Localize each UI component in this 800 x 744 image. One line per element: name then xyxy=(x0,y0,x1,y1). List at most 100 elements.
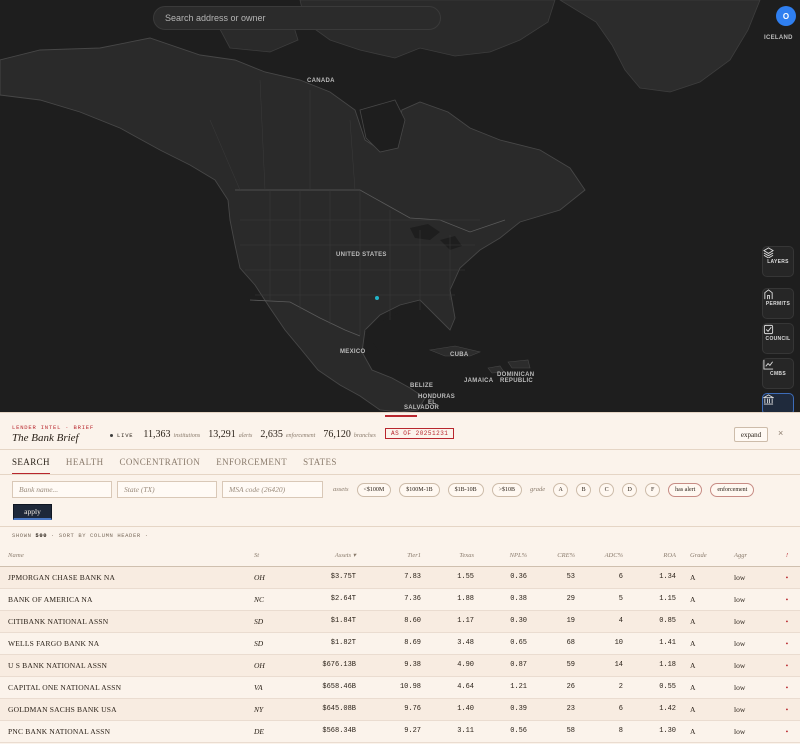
cell-roa: 1.30 xyxy=(627,720,680,743)
col-header-state[interactable]: St xyxy=(250,545,290,567)
user-avatar[interactable]: O xyxy=(776,6,796,26)
tab-states[interactable]: STATES xyxy=(303,457,337,474)
cell-roa: 0.85 xyxy=(627,610,680,633)
map-land xyxy=(0,0,761,412)
map-canvas[interactable]: CANADA ICELAND UNITED STATES MEXICO CUBA… xyxy=(0,0,800,412)
col-header-aggr[interactable]: Aggr xyxy=(730,545,774,567)
cell-aggr: low xyxy=(730,698,774,721)
address-search-box[interactable] xyxy=(153,6,441,30)
layers-label: LAYERS xyxy=(767,258,789,265)
state-input[interactable] xyxy=(117,481,217,498)
table-header-row: Name St Assets ▾ Tier1 Texas NPL% CRE% A… xyxy=(0,545,800,567)
col-header-name[interactable]: Name xyxy=(0,545,250,567)
checklist-icon xyxy=(763,324,774,335)
grade-chip-c[interactable]: C xyxy=(599,482,615,497)
cell-state: SD xyxy=(250,632,290,655)
enforcement-toggle[interactable]: enforcement xyxy=(710,482,755,497)
grade-chip-d[interactable]: D xyxy=(622,482,638,497)
cell-assets: $2.64T xyxy=(290,588,360,611)
cell-adc: 8 xyxy=(579,720,627,743)
tab-enforcement[interactable]: ENFORCEMENT xyxy=(216,457,287,474)
bank-name-input[interactable] xyxy=(12,481,112,498)
cell-assets: $645.08B xyxy=(290,698,360,721)
col-header-grade[interactable]: Grade xyxy=(680,545,730,567)
stat-branches-unit: branches xyxy=(353,433,376,439)
table-row[interactable]: CITIBANK NATIONAL ASSN SD $1.84T 8.60 1.17 0.… xyxy=(0,610,800,633)
asset-chip-1b-10b[interactable]: $1B-10B xyxy=(447,482,484,497)
table-row[interactable]: PNC BANK NATIONAL ASSN DE $568.34B 9.27 3.11… xyxy=(0,720,800,743)
has-alert-toggle[interactable]: has alert xyxy=(668,482,703,497)
grade-chip-b[interactable]: B xyxy=(576,482,592,497)
council-button[interactable]: COUNCIL xyxy=(762,323,794,354)
map-label-united-states: UNITED STATES xyxy=(336,252,387,258)
panel-title: The Bank Brief xyxy=(12,432,79,444)
cell-assets: $568.34B xyxy=(290,720,360,743)
bank-results-table: Name St Assets ▾ Tier1 Texas NPL% CRE% A… xyxy=(0,545,800,743)
location-marker[interactable] xyxy=(375,296,379,300)
chart-line-icon xyxy=(763,359,774,370)
col-header-texas[interactable]: Texas xyxy=(425,545,478,567)
cell-bank-name: PNC BANK NATIONAL ASSN xyxy=(0,720,250,743)
cell-cre: 58 xyxy=(531,720,579,743)
permits-button[interactable]: PERMITS xyxy=(762,288,794,319)
cell-texas: 4.64 xyxy=(425,676,478,699)
cell-tier1: 7.83 xyxy=(360,566,425,589)
table-row[interactable]: BANK OF AMERICA NA NC $2.64T 7.36 1.88 0.38 29… xyxy=(0,588,800,611)
cell-npl: 1.21 xyxy=(478,676,531,699)
cell-alert-icon: • xyxy=(774,720,800,743)
cell-tier1: 8.69 xyxy=(360,632,425,655)
msa-code-input[interactable] xyxy=(222,481,323,498)
cell-assets: $658.46B xyxy=(290,676,360,699)
cell-npl: 0.56 xyxy=(478,720,531,743)
table-row[interactable]: CAPITAL ONE NATIONAL ASSN VA $658.46B 10.98… xyxy=(0,676,800,699)
asset-chip-under-100m[interactable]: <$100M xyxy=(356,482,392,497)
tab-search[interactable]: SEARCH xyxy=(12,457,50,474)
layers-button[interactable]: LAYERS xyxy=(762,246,794,277)
cell-texas: 1.55 xyxy=(425,566,478,589)
header-divider xyxy=(0,449,800,450)
cell-bank-name: WELLS FARGO BANK NA xyxy=(0,632,250,655)
cell-bank-name: U S BANK NATIONAL ASSN xyxy=(0,654,250,677)
cell-alert-icon: • xyxy=(774,632,800,655)
live-indicator: LIVE xyxy=(110,432,133,439)
cell-texas: 3.48 xyxy=(425,632,478,655)
cell-texas: 1.40 xyxy=(425,698,478,721)
col-header-roa[interactable]: ROA xyxy=(627,545,680,567)
asset-chip-over-10b[interactable]: >$10B xyxy=(491,482,522,497)
panel-tabs: SEARCH HEALTH CONCENTRATION ENFORCEMENT … xyxy=(12,457,353,474)
cell-roa: 1.42 xyxy=(627,698,680,721)
col-header-assets[interactable]: Assets ▾ xyxy=(290,545,360,567)
address-search-input[interactable] xyxy=(154,7,440,29)
cell-aggr: low xyxy=(730,676,774,699)
tab-health[interactable]: HEALTH xyxy=(66,457,104,474)
map-label-honduras: HONDURAS xyxy=(418,394,456,400)
col-header-tier1[interactable]: Tier1 xyxy=(360,545,425,567)
cell-aggr: low xyxy=(730,632,774,655)
table-row[interactable]: WELLS FARGO BANK NA SD $1.82T 8.69 3.48 0.65 6… xyxy=(0,632,800,655)
col-header-npl[interactable]: NPL% xyxy=(478,545,531,567)
map-label-mexico: MEXICO xyxy=(340,349,366,355)
tab-concentration[interactable]: CONCENTRATION xyxy=(120,457,201,474)
close-icon[interactable]: × xyxy=(778,428,783,438)
cell-roa: 1.41 xyxy=(627,632,680,655)
asset-chip-100m-1b[interactable]: $100M-1B xyxy=(399,482,440,497)
map-label-el-salvador-2: SALVADOR xyxy=(404,405,440,411)
grade-chip-a[interactable]: A xyxy=(553,482,569,497)
col-header-alert[interactable]: ! xyxy=(774,545,800,567)
col-header-adc[interactable]: ADC% xyxy=(579,545,627,567)
table-row[interactable]: JPMORGAN CHASE BANK NA OH $3.75T 7.83 1.55 0.… xyxy=(0,566,800,589)
grade-chip-f[interactable]: F xyxy=(645,482,661,497)
expand-button[interactable]: expand xyxy=(734,427,768,442)
cell-cre: 53 xyxy=(531,566,579,589)
shown-suffix: · SORT BY COLUMN HEADER · xyxy=(51,532,149,539)
bank-brief-button[interactable] xyxy=(762,393,794,412)
table-row[interactable]: GOLDMAN SACHS BANK USA NY $645.08B 9.76 1.40… xyxy=(0,698,800,721)
col-header-cre[interactable]: CRE% xyxy=(531,545,579,567)
apply-button[interactable]: apply xyxy=(13,504,52,520)
cell-aggr: low xyxy=(730,720,774,743)
cell-alert-icon: • xyxy=(774,566,800,589)
cell-assets: $3.75T xyxy=(290,566,360,589)
cell-tier1: 7.36 xyxy=(360,588,425,611)
cmbs-button[interactable]: CMBS xyxy=(762,358,794,389)
table-row[interactable]: U S BANK NATIONAL ASSN OH $676.13B 9.38 4.90… xyxy=(0,654,800,677)
